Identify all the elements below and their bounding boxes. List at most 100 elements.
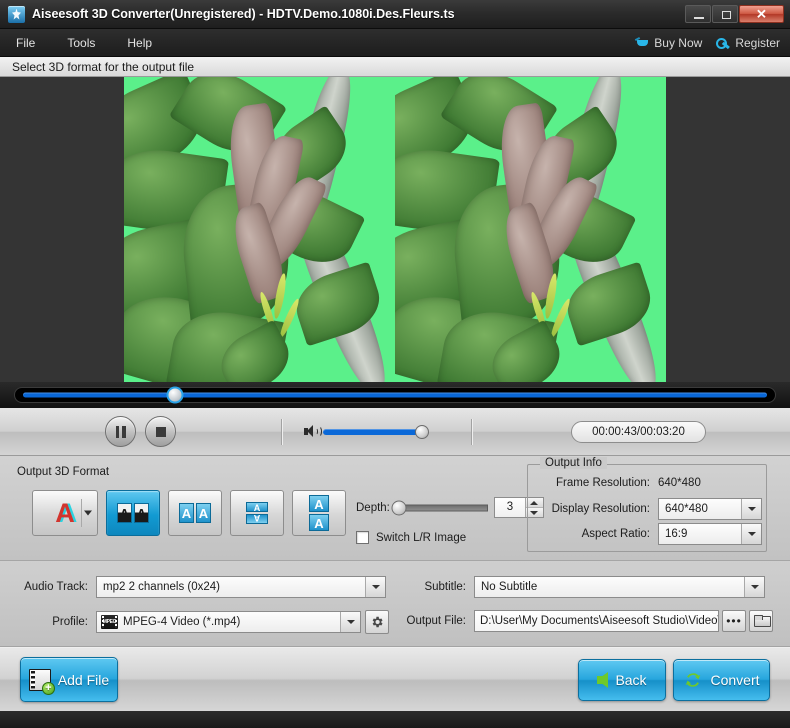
format-button-top-bottom-mirror[interactable]: AA [230, 490, 284, 536]
pause-button[interactable] [105, 416, 136, 447]
back-button[interactable]: Back [578, 659, 666, 701]
depth-slider[interactable] [396, 501, 488, 515]
key-icon [716, 37, 730, 49]
top-bottom-mirror-icon: AA [246, 502, 268, 524]
stereo-preview [124, 77, 666, 382]
subtitle-value: No Subtitle [475, 581, 744, 593]
preview-right-scene [395, 77, 666, 382]
back-arrow-icon [597, 672, 608, 688]
bottom-settings-panel: Audio Track: mp2 2 channels (0x24) Subti… [0, 561, 790, 647]
subtitle-combo[interactable]: No Subtitle [474, 576, 765, 598]
aspect-ratio-combo[interactable]: 16:9 [658, 523, 762, 545]
output-3d-format-legend: Output 3D Format [17, 466, 109, 478]
output-file-open-folder-button[interactable] [749, 610, 773, 632]
settings-panel: Output 3D Format AA [0, 456, 790, 561]
window-title: Aiseesoft 3D Converter(Unregistered) - H… [32, 7, 455, 21]
depth-handle[interactable] [391, 500, 406, 515]
add-file-icon: + [29, 669, 51, 691]
volume-slider[interactable] [323, 425, 431, 439]
add-file-label: Add File [58, 672, 109, 688]
format-button-split-mono[interactable] [106, 490, 160, 536]
application-window: Aiseesoft 3D Converter(Unregistered) - H… [0, 0, 790, 728]
cart-icon [635, 37, 649, 49]
title-bar: Aiseesoft 3D Converter(Unregistered) - H… [0, 0, 790, 29]
maximize-button[interactable] [712, 5, 738, 23]
display-resolution-label: Display Resolution: [536, 503, 650, 515]
anaglyph-icon: AA [55, 500, 75, 527]
app-logo-icon [8, 6, 25, 23]
transport-divider-1 [281, 419, 282, 445]
volume-handle[interactable] [415, 425, 429, 439]
frame-resolution-value: 640*480 [658, 477, 701, 489]
close-icon: ✕ [740, 8, 783, 21]
seek-track [23, 393, 767, 398]
profile-label: Profile: [14, 616, 88, 628]
menu-item-file[interactable]: File [0, 32, 51, 54]
display-resolution-dropdown-button[interactable] [741, 499, 761, 519]
chevron-down-icon [372, 585, 380, 589]
film-icon: MPEG [101, 615, 118, 629]
preview-left-scene [124, 77, 395, 382]
aspect-ratio-dropdown-button[interactable] [741, 524, 761, 544]
subtitle-label: Subtitle: [420, 581, 466, 593]
depth-label: Depth: [356, 502, 390, 514]
top-bottom-icon: AA [309, 495, 329, 531]
status-hint-bar: Select 3D format for the output file [0, 57, 790, 77]
convert-button[interactable]: Convert [673, 659, 770, 701]
buy-now-link[interactable]: Buy Now [635, 36, 702, 50]
seek-handle[interactable] [166, 387, 183, 404]
stop-button[interactable] [145, 416, 176, 447]
profile-combo[interactable]: MPEG MPEG-4 Video (*.mp4) [96, 611, 361, 633]
output-info-legend: Output Info [540, 457, 607, 469]
subtitle-dropdown-button[interactable] [744, 577, 764, 597]
switch-lr-checkbox-row[interactable]: Switch L/R Image [356, 531, 466, 544]
minimize-button[interactable] [685, 5, 711, 23]
time-display: 00:00:43/00:03:20 [571, 421, 706, 443]
speaker-icon[interactable] [304, 425, 319, 438]
profile-value: MPEG-4 Video (*.mp4) [123, 616, 340, 628]
switch-lr-checkbox[interactable] [356, 531, 369, 544]
chevron-down-icon[interactable] [84, 511, 92, 516]
anaglyph-divider [81, 499, 82, 527]
transport-divider-2 [471, 419, 472, 445]
add-file-button[interactable]: + Add File [20, 657, 118, 702]
menu-item-help[interactable]: Help [111, 32, 168, 54]
preview-right-eye [395, 77, 666, 382]
seek-bar-container [0, 382, 790, 408]
close-button[interactable]: ✕ [739, 5, 784, 23]
pause-icon [116, 426, 126, 438]
format-button-top-bottom[interactable]: AA [292, 490, 346, 536]
folder-open-icon [754, 615, 769, 627]
gear-icon [370, 615, 384, 629]
preview-left-eye [124, 77, 395, 382]
convert-label: Convert [710, 672, 759, 688]
action-bar: + Add File Back Convert [0, 647, 790, 711]
buy-now-label: Buy Now [654, 36, 702, 50]
register-label: Register [735, 36, 780, 50]
profile-settings-button[interactable] [365, 610, 389, 634]
audio-track-dropdown-button[interactable] [365, 577, 385, 597]
output-file-browse-button[interactable]: ••• [722, 610, 746, 632]
transport-bar: 00:00:43/00:03:20 [0, 408, 790, 456]
maximize-icon [722, 11, 731, 19]
video-preview-area[interactable] [0, 77, 790, 382]
display-resolution-combo[interactable]: 640*480 [658, 498, 762, 520]
window-controls: ✕ [685, 5, 790, 23]
back-label: Back [615, 672, 646, 688]
register-link[interactable]: Register [716, 36, 780, 50]
menu-bar: File Tools Help Buy Now Register [0, 29, 790, 57]
depth-track [396, 504, 488, 511]
aspect-ratio-label: Aspect Ratio: [536, 528, 650, 540]
audio-track-combo[interactable]: mp2 2 channels (0x24) [96, 576, 386, 598]
side-by-side-icon: AA [179, 503, 211, 523]
format-button-anaglyph[interactable]: AA [32, 490, 98, 536]
profile-dropdown-button[interactable] [340, 612, 360, 632]
output-file-label: Output File: [400, 615, 466, 627]
output-file-field[interactable]: D:\User\My Documents\Aiseesoft Studio\Vi… [474, 610, 719, 632]
seek-bar[interactable] [14, 387, 776, 403]
chevron-down-icon [748, 507, 756, 511]
menu-item-tools[interactable]: Tools [51, 32, 111, 54]
minimize-icon [694, 17, 704, 19]
format-button-side-by-side[interactable]: AA [168, 490, 222, 536]
split-mono-icon [117, 503, 149, 523]
